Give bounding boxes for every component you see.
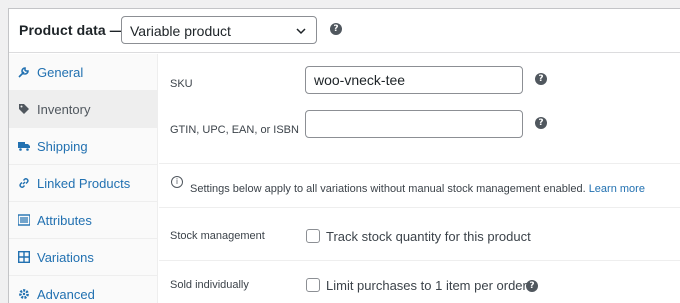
tab-linked-products[interactable]: Linked Products: [9, 165, 158, 202]
gear-icon: [19, 289, 29, 299]
tab-general[interactable]: General: [9, 54, 158, 91]
tab-label: Shipping: [37, 139, 88, 154]
question-circle-icon[interactable]: ?: [535, 117, 547, 129]
tab-advanced[interactable]: Advanced: [9, 276, 158, 303]
inventory-panel: SKU ? GTIN, UPC, EAN, or ISBN ? i Settin…: [159, 54, 680, 303]
notice-text: Settings below apply to all variations w…: [190, 183, 586, 195]
sold-individually-label: Sold individually: [170, 279, 249, 291]
tab-label: Advanced: [37, 287, 95, 302]
divider: [159, 207, 680, 208]
tab-label: General: [37, 65, 84, 80]
product-data-title: Product data —: [19, 22, 124, 38]
tag-icon: [19, 104, 29, 114]
grid-icon: [18, 251, 30, 263]
product-type-value: Variable product: [130, 23, 231, 39]
product-data-tabs: General Inventory Shipping Linked Produc…: [9, 54, 158, 303]
gtin-input[interactable]: [305, 110, 523, 138]
divider: [159, 163, 680, 164]
stock-notice: Settings below apply to all variations w…: [190, 183, 645, 195]
sold-individually-checkbox-label[interactable]: Limit purchases to 1 item per order: [326, 278, 527, 293]
tab-label: Variations: [37, 250, 94, 265]
stock-management-checkbox[interactable]: [306, 229, 320, 243]
wrench-icon: [18, 67, 29, 78]
learn-more-link[interactable]: Learn more: [589, 183, 645, 195]
sku-label: SKU: [170, 78, 193, 90]
tab-shipping[interactable]: Shipping: [9, 128, 158, 165]
product-data-header: Product data — Variable product ?: [9, 9, 680, 53]
product-type-select[interactable]: Variable product: [121, 16, 317, 44]
tab-label: Linked Products: [37, 176, 131, 191]
tab-variations[interactable]: Variations: [9, 239, 158, 276]
stock-management-checkbox-label[interactable]: Track stock quantity for this product: [326, 229, 531, 244]
link-icon: [19, 178, 29, 188]
sold-individually-checkbox[interactable]: [306, 278, 320, 292]
divider: [159, 260, 680, 261]
list-icon: [18, 214, 30, 226]
sku-input[interactable]: [305, 66, 523, 94]
info-icon: i: [171, 176, 183, 188]
chevron-down-icon: [296, 28, 306, 35]
truck-icon: [18, 142, 30, 151]
tab-attributes[interactable]: Attributes: [9, 202, 158, 239]
question-circle-icon[interactable]: ?: [535, 73, 547, 85]
product-data-panel: Product data — Variable product ? Genera…: [8, 8, 680, 303]
gtin-label: GTIN, UPC, EAN, or ISBN: [170, 124, 299, 136]
tab-label: Inventory: [37, 102, 91, 117]
question-circle-icon[interactable]: ?: [330, 23, 342, 35]
tab-inventory[interactable]: Inventory: [9, 91, 158, 128]
stock-management-label: Stock management: [170, 230, 265, 242]
tab-label: Attributes: [37, 213, 92, 228]
question-circle-icon[interactable]: ?: [526, 280, 538, 292]
